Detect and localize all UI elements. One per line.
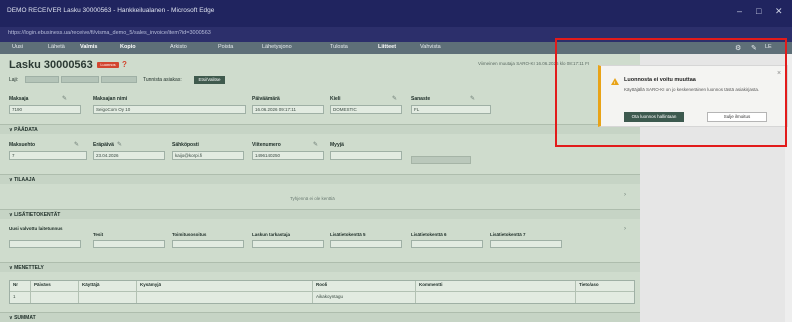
additional-field-4-label: Laskun tarkastaja xyxy=(252,232,291,237)
table-column-divider xyxy=(136,281,137,303)
additional-field-7[interactable] xyxy=(490,240,562,248)
section-orderer-title: ∨ TILAAJA xyxy=(9,177,36,183)
edit-due-date-icon[interactable]: ✎ xyxy=(117,141,122,148)
column-header-comment[interactable]: Kommentti xyxy=(419,282,443,287)
column-header-info[interactable]: Tieto/aso xyxy=(579,282,599,287)
payer-name-label: Maksajan nimi xyxy=(93,96,128,102)
edit-payer-icon[interactable]: ✎ xyxy=(62,95,67,102)
additional-field-7-label: Lisätietokenttä 7 xyxy=(490,232,526,237)
glossary-field[interactable]: FL xyxy=(411,105,491,114)
table-column-divider xyxy=(415,281,416,303)
language-label: Kieli xyxy=(330,96,341,102)
minimize-icon[interactable]: – xyxy=(737,6,742,16)
additional-fields-expand-icon[interactable]: › xyxy=(624,226,626,232)
payment-terms-label: Maksuehto xyxy=(9,142,36,148)
window-title: DEMO RECEIVER Lasku 30000563 - Hankkeilu… xyxy=(7,7,215,14)
url-text: https://login.ebusiness.ua/receive/fi/vi… xyxy=(8,30,211,36)
section-main-data-title: ∨ PÄÄDATA xyxy=(9,127,38,133)
toolbar-ready-button[interactable]: Valmis xyxy=(80,44,97,50)
language-field[interactable]: DOMESTIC xyxy=(330,105,402,114)
type-label: Laji: xyxy=(9,77,19,83)
seller-lookup-button[interactable] xyxy=(411,156,471,164)
due-date-label: Eräpäivä xyxy=(93,142,114,148)
status-badge: Luonnos xyxy=(97,62,119,68)
table-divider xyxy=(10,291,634,292)
browser-title-bar: DEMO RECEIVER Lasku 30000563 - Hankkeilu… xyxy=(0,0,792,27)
toolbar-attachments-button[interactable]: Liitteet xyxy=(378,44,396,50)
additional-field-6-label: Lisätietokenttä 6 xyxy=(411,232,447,237)
payer-field[interactable]: 7190 xyxy=(9,105,81,114)
table-column-divider xyxy=(78,281,79,303)
section-additional-fields-title: ∨ LISÄTIETOKENTÄT xyxy=(9,212,61,218)
type-chip-2[interactable] xyxy=(61,76,99,83)
reference-field[interactable]: 1496140250 xyxy=(252,151,324,160)
invoice-form: Lasku 30000563 Luonnos ? Viimeinen muuta… xyxy=(0,54,640,322)
date-field[interactable]: 16.06.2026 09:17:11 xyxy=(252,105,324,114)
column-header-date[interactable]: Päivävs xyxy=(34,282,51,287)
orderer-empty-text: Tyhjennä ei ole kenttiä xyxy=(290,196,335,201)
table-column-divider xyxy=(575,281,576,303)
additional-field-4[interactable] xyxy=(252,240,324,248)
due-date-field[interactable]: 23.04.2026 xyxy=(93,151,165,160)
page-title: Lasku 30000563 xyxy=(9,59,93,71)
payer-label: Maksaja xyxy=(9,96,29,102)
reference-label: Viitenumero xyxy=(252,142,281,148)
email-label: Sähköposti xyxy=(172,142,199,148)
toolbar-queue-button[interactable]: Lähetysjono xyxy=(262,44,292,50)
type-row: Laji: Tunnista asiakas: Etsi/Valitse xyxy=(9,76,409,84)
additional-field-5[interactable] xyxy=(330,240,402,248)
toolbar-archive-button[interactable]: Arkisto xyxy=(170,44,187,50)
toolbar-new-button[interactable]: Uusi xyxy=(12,44,23,50)
identify-customer-label: Tunnista asiakas: xyxy=(143,77,182,83)
additional-field-6[interactable] xyxy=(411,240,483,248)
edit-glossary-icon[interactable]: ✎ xyxy=(470,95,475,102)
section-totals[interactable]: ∨ SUMMAT xyxy=(0,312,640,322)
seller-field[interactable] xyxy=(330,151,402,160)
identify-customer-button[interactable]: Etsi/Valitse xyxy=(194,76,225,84)
additional-field-1-label: Uusi valvottu laitetunnus xyxy=(9,226,63,231)
additional-field-3[interactable] xyxy=(172,240,244,248)
table-cell-role: Aikakoyntagu xyxy=(316,294,344,299)
payment-terms-field[interactable]: 7 xyxy=(9,151,87,160)
column-header-requester[interactable]: Kysämyjä xyxy=(140,282,161,287)
date-label: Päiväämärä xyxy=(252,96,280,102)
additional-field-3-label: Toimitusosoitus xyxy=(172,232,207,237)
additional-field-2[interactable] xyxy=(93,240,165,248)
section-orderer[interactable]: ∨ TILAAJA xyxy=(0,174,640,184)
highlight-box xyxy=(555,38,787,147)
additional-field-5-label: Lisätietokenttä 5 xyxy=(330,232,366,237)
table-column-divider xyxy=(30,281,31,303)
maximize-icon[interactable]: □ xyxy=(756,6,761,16)
close-window-icon[interactable]: ✕ xyxy=(775,6,783,17)
additional-field-1[interactable] xyxy=(9,240,81,248)
email-field[interactable]: kaijo@korpi.fi xyxy=(172,151,244,160)
toolbar-copy-button[interactable]: Kopio xyxy=(120,44,136,50)
toolbar-print-button[interactable]: Tulosta xyxy=(330,44,348,50)
status-question-mark: ? xyxy=(122,60,127,69)
table-cell-nr: 1 xyxy=(13,294,16,299)
seller-label: Myyjä xyxy=(330,142,344,148)
orderer-expand-icon[interactable]: › xyxy=(624,192,626,198)
type-chip-3[interactable] xyxy=(101,76,137,83)
column-header-user[interactable]: Käyttäjä xyxy=(82,282,100,287)
type-chip-1[interactable] xyxy=(25,76,59,83)
section-totals-title: ∨ SUMMAT xyxy=(9,315,36,321)
glossary-label: Sanaste xyxy=(411,96,431,102)
payer-name-field[interactable]: SeigoCom Oy 10 xyxy=(93,105,246,114)
section-main-data[interactable]: ∨ PÄÄDATA xyxy=(0,124,640,134)
column-header-role[interactable]: Rooli xyxy=(316,282,327,287)
edit-language-icon[interactable]: ✎ xyxy=(392,95,397,102)
section-additional-fields[interactable]: ∨ LISÄTIETOKENTÄT xyxy=(0,209,640,219)
section-procedure-title: ∨ MENETTELY xyxy=(9,265,44,271)
edit-payment-terms-icon[interactable]: ✎ xyxy=(74,141,79,148)
edit-reference-icon[interactable]: ✎ xyxy=(313,141,318,148)
additional-field-2-label: Tesit xyxy=(93,232,104,237)
section-procedure[interactable]: ∨ MENETTELY xyxy=(0,262,640,272)
events-table: Nr Päivävs Käyttäjä Kysämyjä Rooli Komme… xyxy=(9,280,635,304)
column-header-nr[interactable]: Nr xyxy=(13,282,18,287)
toolbar-confirm-button[interactable]: Vahvista xyxy=(420,44,441,50)
table-column-divider xyxy=(312,281,313,303)
toolbar-send-button[interactable]: Lähetä xyxy=(48,44,65,50)
toolbar-delete-button[interactable]: Poista xyxy=(218,44,233,50)
